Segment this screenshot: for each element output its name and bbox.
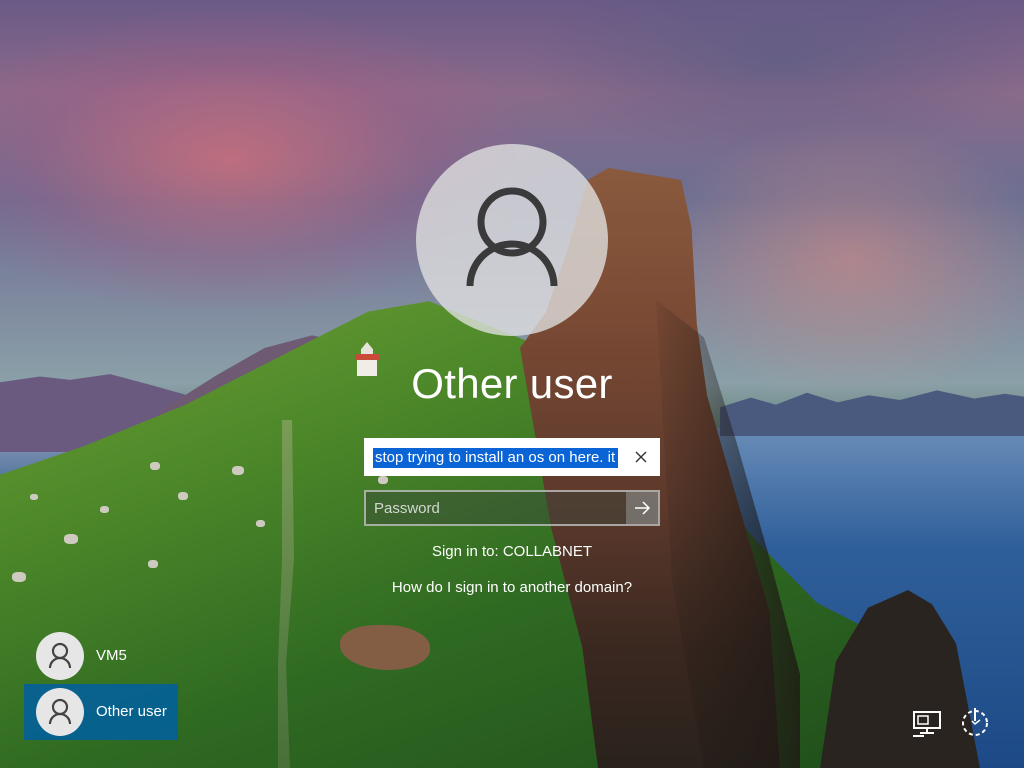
power-button[interactable]	[958, 704, 992, 738]
password-input[interactable]	[366, 492, 628, 524]
user-avatar	[36, 632, 84, 680]
lock-screen: Other user stop trying to install an os …	[0, 0, 1024, 768]
network-button[interactable]	[910, 706, 944, 740]
user-list-item-other-user[interactable]: Other user	[24, 684, 178, 740]
user-list-label: VM5	[96, 647, 127, 664]
network-icon	[913, 711, 941, 737]
power-icon	[962, 708, 988, 736]
user-name-title: Other user	[411, 360, 613, 407]
close-icon	[635, 451, 647, 463]
username-field[interactable]: stop trying to install an os on here. it	[364, 438, 660, 476]
user-list-label: Other user	[96, 703, 167, 720]
person-icon	[48, 642, 72, 669]
sky-cloud	[520, 0, 1024, 160]
person-icon	[466, 187, 558, 287]
other-domain-link[interactable]: How do I sign in to another domain?	[312, 578, 712, 598]
username-value[interactable]: stop trying to install an os on here. it	[373, 448, 619, 468]
arrow-right-icon	[635, 501, 651, 515]
clear-button[interactable]	[626, 442, 656, 472]
user-avatar	[36, 688, 84, 736]
person-icon	[48, 698, 72, 725]
user-avatar	[416, 144, 608, 336]
sign-in-domain-text: Sign in to: COLLABNET	[431, 543, 593, 560]
password-field[interactable]	[364, 490, 660, 526]
submit-button[interactable]	[626, 492, 658, 524]
user-list-item-vm5[interactable]: VM5	[24, 628, 178, 684]
